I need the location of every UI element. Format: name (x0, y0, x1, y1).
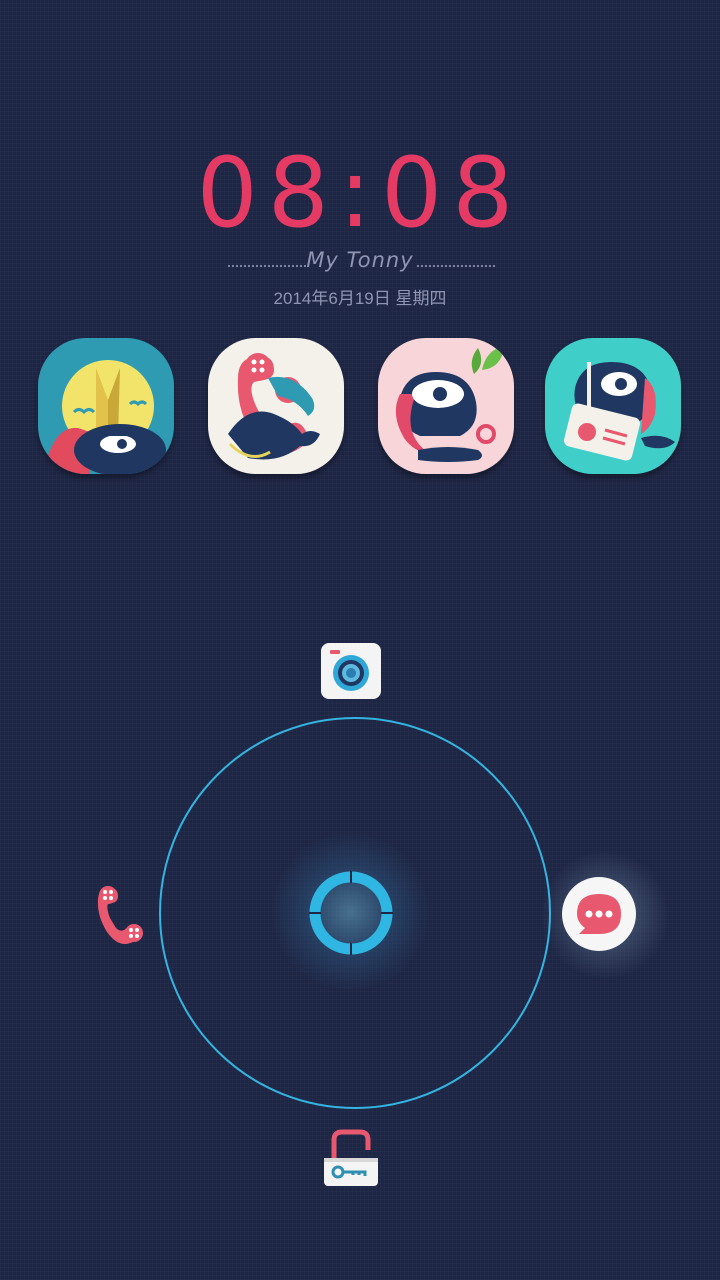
phone-icon[interactable] (86, 884, 148, 946)
unlock-icon[interactable] (320, 1128, 382, 1190)
radio-monster-icon[interactable] (545, 338, 681, 474)
unlock-handle[interactable] (307, 869, 395, 957)
message-icon[interactable] (561, 874, 641, 954)
phone-monster-icon[interactable] (208, 338, 344, 474)
owner-row: My Tonny (0, 248, 720, 278)
camera-icon[interactable] (320, 642, 382, 700)
date-label: 2014年6月19日 星期四 (273, 289, 447, 308)
leaf-monster-icon[interactable] (378, 338, 514, 474)
owner-name: My Tonny (306, 248, 414, 272)
sailing-monster-icon[interactable] (38, 338, 174, 474)
clock-time: 08:08 (196, 137, 524, 249)
right-divider (417, 265, 495, 267)
